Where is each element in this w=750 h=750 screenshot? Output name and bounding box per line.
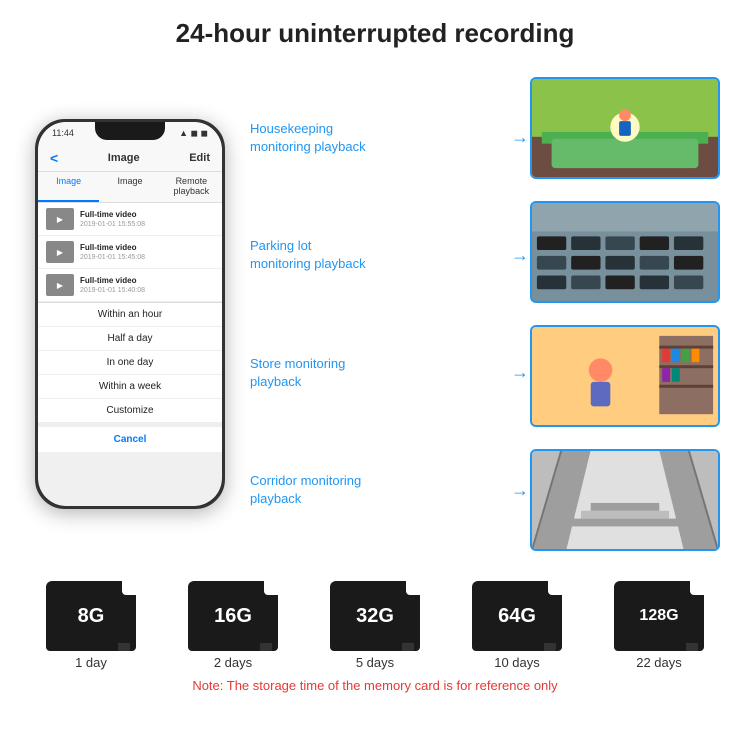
phone-nav-title: Image: [108, 152, 140, 164]
storage-days-4: 10 days: [494, 655, 540, 670]
monitor-images: [530, 59, 730, 569]
img-store: [530, 325, 720, 427]
storage-days-2: 2 days: [214, 655, 252, 670]
img-parking-bg: [532, 203, 718, 301]
sd-notch-3: [406, 581, 420, 595]
phone-tab-image2[interactable]: Image: [99, 172, 160, 202]
phone-list: ▶ Full-time video 2019-01-01 15:55:08 ▶ …: [38, 203, 222, 302]
phone-dropdown: Within an hour Half a day In one day Wit…: [38, 302, 222, 452]
storage-days-1: 1 day: [75, 655, 107, 670]
video-date-1: 2019-01-01 15:55:08: [80, 221, 145, 228]
connector-arrows: → → → →: [510, 59, 530, 569]
img-store-bg: [532, 327, 718, 425]
storage-item-128g: 128G 22 days: [614, 581, 704, 670]
sd-notch-5: [690, 581, 704, 595]
phone-nav-bar: < Image Edit: [38, 144, 222, 172]
video-label-1: Full-time video: [80, 210, 145, 219]
sd-size-128g: 128G: [639, 607, 678, 625]
video-thumb-1: ▶: [46, 208, 74, 230]
phone-tab-remote[interactable]: Remote playback: [161, 172, 222, 202]
img-housekeeping-bg: [532, 79, 718, 177]
img-parking: [530, 201, 720, 303]
phone-time: 11:44: [52, 128, 74, 138]
phone-nav-edit[interactable]: Edit: [189, 152, 210, 164]
phone-back-arrow[interactable]: <: [50, 150, 58, 166]
sd-size-32g: 32G: [356, 605, 394, 628]
storage-cards: 8G 1 day 16G 2 days 32G 5 days 64G 10 da…: [20, 581, 730, 670]
video-label-2: Full-time video: [80, 243, 145, 252]
img-housekeeping: [530, 77, 720, 179]
dropdown-half-day[interactable]: Half a day: [38, 327, 222, 351]
storage-note: Note: The storage time of the memory car…: [20, 678, 730, 693]
phone-notch: [95, 122, 165, 140]
dropdown-one-day[interactable]: In one day: [38, 351, 222, 375]
dropdown-customize[interactable]: Customize: [38, 399, 222, 423]
phone-mockup: 11:44 ▲ ◼ ◼ < Image Edit Image Image Rem…: [35, 119, 225, 509]
main-content: 11:44 ▲ ◼ ◼ < Image Edit Image Image Rem…: [0, 59, 750, 569]
right-section: Housekeepingmonitoring playback Parking …: [250, 59, 730, 569]
sd-card-16g: 16G: [188, 581, 278, 651]
phone-icons: ▲ ◼ ◼: [179, 128, 208, 139]
video-label-3: Full-time video: [80, 276, 145, 285]
list-item: ▶ Full-time video 2019-01-01 15:55:08: [38, 203, 222, 236]
storage-days-3: 5 days: [356, 655, 394, 670]
storage-days-5: 22 days: [636, 655, 682, 670]
sd-size-64g: 64G: [498, 605, 536, 628]
arrow-3: →: [511, 362, 529, 383]
label-store: Store monitoringplayback: [250, 355, 510, 391]
sd-card-64g: 64G: [472, 581, 562, 651]
sd-card-8g: 8G: [46, 581, 136, 651]
list-item: ▶ Full-time video 2019-01-01 15:40:08: [38, 269, 222, 302]
phone-tab-image[interactable]: Image: [38, 172, 99, 202]
dropdown-cancel[interactable]: Cancel: [38, 423, 222, 452]
storage-item-32g: 32G 5 days: [330, 581, 420, 670]
page-title: 24-hour uninterrupted recording: [10, 18, 740, 49]
sd-card-128g: 128G: [614, 581, 704, 651]
monitor-labels: Housekeepingmonitoring playback Parking …: [250, 59, 510, 569]
storage-item-8g: 8G 1 day: [46, 581, 136, 670]
img-corridor: [530, 449, 720, 551]
list-item: ▶ Full-time video 2019-01-01 15:45:08: [38, 236, 222, 269]
storage-item-16g: 16G 2 days: [188, 581, 278, 670]
sd-card-32g: 32G: [330, 581, 420, 651]
header-section: 24-hour uninterrupted recording: [0, 0, 750, 59]
sd-notch-2: [264, 581, 278, 595]
arrow-1: →: [511, 127, 529, 148]
storage-item-64g: 64G 10 days: [472, 581, 562, 670]
video-date-2: 2019-01-01 15:45:08: [80, 254, 145, 261]
phone-section: 11:44 ▲ ◼ ◼ < Image Edit Image Image Rem…: [20, 59, 240, 569]
phone-tabs: Image Image Remote playback: [38, 172, 222, 203]
label-housekeeping: Housekeepingmonitoring playback: [250, 120, 510, 156]
dropdown-within-hour[interactable]: Within an hour: [38, 303, 222, 327]
img-corridor-bg: [532, 451, 718, 549]
storage-section: 8G 1 day 16G 2 days 32G 5 days 64G 10 da…: [0, 569, 750, 693]
sd-notch-4: [548, 581, 562, 595]
video-thumb-2: ▶: [46, 241, 74, 263]
sd-notch-1: [122, 581, 136, 595]
arrow-4: →: [511, 480, 529, 501]
phone-screen: 11:44 ▲ ◼ ◼ < Image Edit Image Image Rem…: [38, 122, 222, 506]
label-parking: Parking lotmonitoring playback: [250, 237, 510, 273]
video-date-3: 2019-01-01 15:40:08: [80, 287, 145, 294]
sd-size-16g: 16G: [214, 605, 252, 628]
video-thumb-3: ▶: [46, 274, 74, 296]
label-corridor: Corridor monitoringplayback: [250, 472, 510, 508]
dropdown-within-week[interactable]: Within a week: [38, 375, 222, 399]
sd-size-8g: 8G: [78, 605, 105, 628]
arrow-2: →: [511, 245, 529, 266]
